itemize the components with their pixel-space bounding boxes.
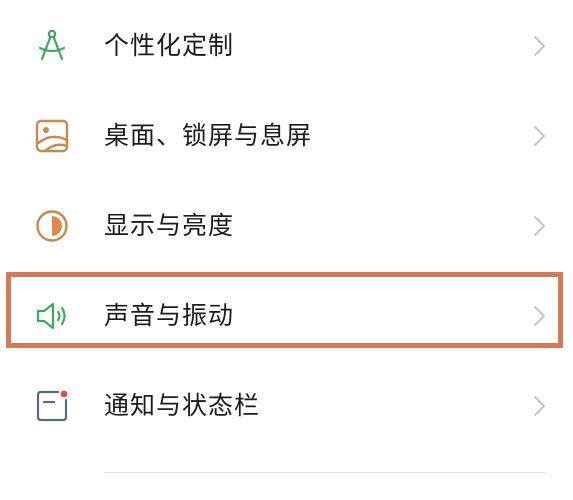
settings-item-personalization[interactable]: 个性化定制 (0, 2, 573, 90)
chevron-right-icon (530, 304, 548, 328)
notification-icon (34, 388, 70, 424)
compass-icon (34, 28, 70, 64)
wallpaper-icon (34, 118, 70, 154)
settings-item-label: 显示与亮度 (104, 211, 235, 240)
settings-item-notifications[interactable]: 通知与状态栏 (0, 362, 573, 450)
chevron-right-icon (530, 214, 548, 238)
settings-item-label: 个性化定制 (104, 31, 235, 60)
settings-item-wallpaper[interactable]: 桌面、锁屏与息屏 (0, 92, 573, 180)
settings-item-display[interactable]: 显示与亮度 (0, 182, 573, 270)
settings-item-label: 声音与振动 (104, 301, 235, 330)
chevron-right-icon (530, 124, 548, 148)
settings-item-label: 桌面、锁屏与息屏 (104, 121, 313, 150)
chevron-right-icon (530, 394, 548, 418)
brightness-icon (34, 208, 70, 244)
settings-list: 个性化定制 桌面、锁屏与息屏 显示与亮度 声音与振动 通知与状态栏 (0, 0, 573, 500)
speaker-icon (34, 298, 70, 334)
divider (104, 472, 546, 473)
settings-item-label: 通知与状态栏 (104, 391, 261, 420)
settings-item-sound[interactable]: 声音与振动 (0, 272, 573, 360)
chevron-right-icon (530, 34, 548, 58)
